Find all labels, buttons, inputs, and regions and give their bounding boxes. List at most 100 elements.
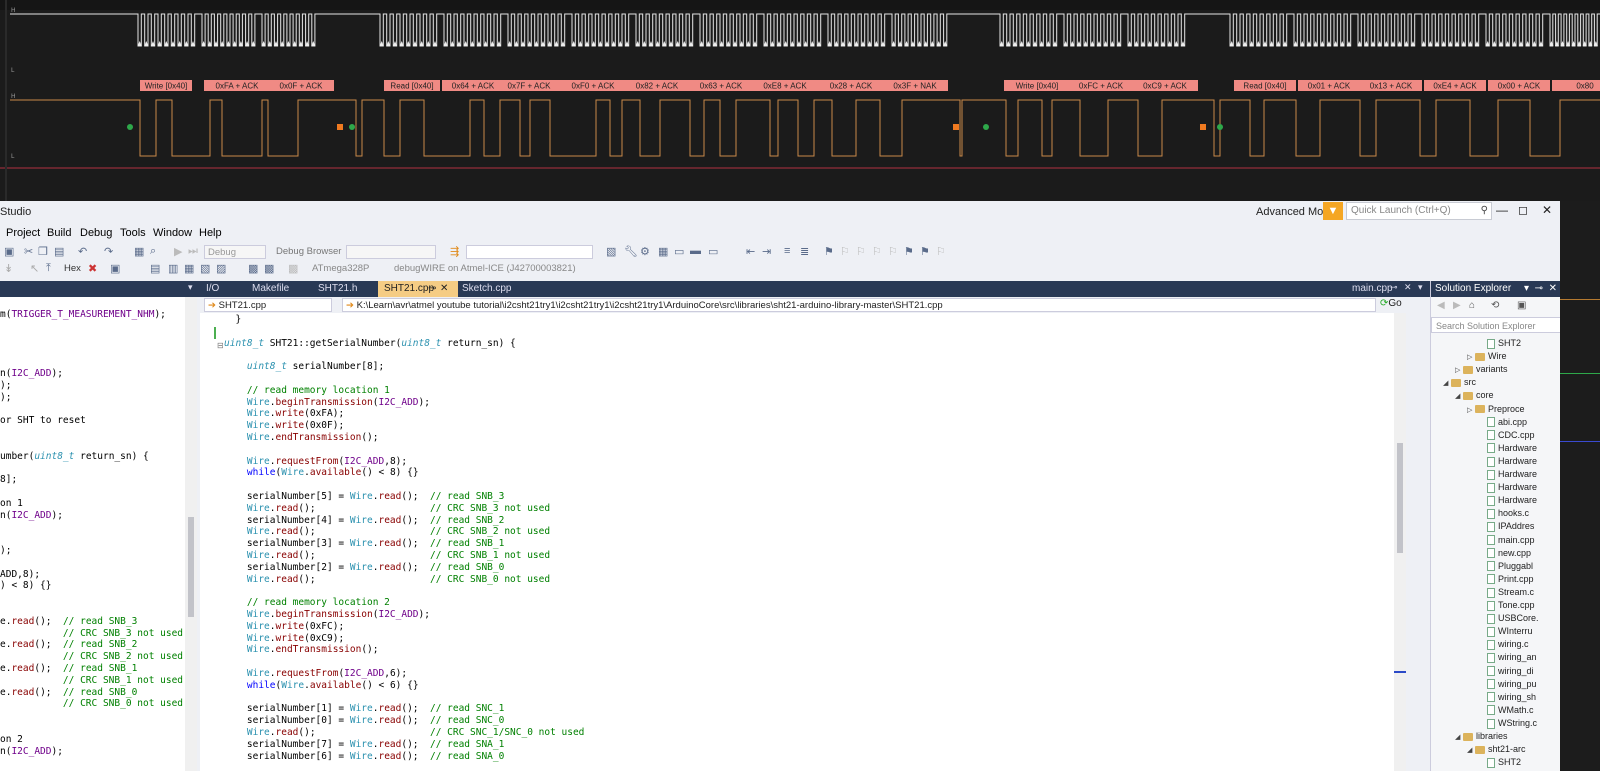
code-line[interactable]: uint8_t serialNumber[8]; [224,361,384,373]
fold-toggle-icon[interactable]: ⊟ [217,341,224,350]
tab-sht21-cpp[interactable]: SHT21.cpp ⊸ ✕ [378,281,458,297]
find-in-files-icon[interactable]: ⇶ [450,245,459,258]
solution-tree-node[interactable]: ◢ core [1455,389,1494,402]
cursor-icon[interactable]: ↖ [30,262,39,275]
pin-icon[interactable]: ⊸ [1535,281,1543,297]
start-no-debug-icon[interactable]: ⏭ [188,245,198,258]
code-line[interactable]: serialNumber[5] = Wire.read(); // read S… [224,491,504,503]
device-icon[interactable]: ▩ [248,262,258,275]
tab-makefile[interactable]: Makefile [246,281,308,297]
config-dropdown[interactable]: Debug [204,245,266,259]
code-line[interactable]: serialNumber[3] = Wire.read(); // read S… [224,538,504,550]
find-icon[interactable]: ⌕ [150,245,156,258]
main-editor-scrollbar[interactable] [1394,313,1406,771]
tab-main-cpp[interactable]: main.cpp [1346,281,1393,297]
close-icon[interactable]: ✕ [1549,281,1557,297]
file-dropdown[interactable]: ➔ SHT21.cpp [204,298,332,312]
code-line[interactable]: // read memory location 2 [224,597,390,609]
left-code-editor[interactable]: m(TRIGGER_T_MEASUREMENT_NHM); n(I2C_ADD);… [0,297,197,771]
solution-tree-node[interactable]: Hardware [1479,481,1537,494]
prev-bookmark-icon[interactable]: ⚐ [840,245,850,258]
code-line[interactable]: Wire.write(0xFA); [224,408,344,420]
quick-launch-input[interactable]: Quick Launch (Ctrl+Q) ⚲ [1346,202,1492,220]
solution-tree-node[interactable]: Print.cpp [1479,573,1534,586]
watch-icon[interactable]: ▨ [216,262,226,275]
solution-tree-node[interactable]: CDC.cpp [1479,429,1535,442]
solution-tree-node[interactable]: Stream.c [1479,586,1534,599]
filter-icon[interactable]: ▼ [1323,202,1343,220]
left-editor-scrollbar[interactable] [185,297,197,771]
solution-tree-node[interactable]: wiring_di [1479,665,1534,678]
menu-tools[interactable]: Tools [120,227,146,239]
code-line[interactable]: // CRC SNB_3 not used [0,628,183,640]
chevron-down-icon[interactable]: ▾ [1524,281,1529,297]
code-line[interactable]: m(TRIGGER_T_MEASUREMENT_NHM); [0,309,166,321]
device-programming-icon[interactable]: ▧ [606,245,616,258]
code-line[interactable]: Wire.requestFrom(I2C_ADD,8); [224,456,407,468]
code-line[interactable]: Wire.beginTransmission(I2C_ADD); [224,397,430,409]
code-line[interactable]: umber(uint8_t return_sn) { [0,451,149,463]
code-line[interactable]: Wire.write(0x0F); [224,420,344,432]
maximize-button[interactable]: ◻ [1518,203,1528,217]
undo-icon[interactable]: ↶ [78,245,87,258]
close-icon[interactable]: ✕ [1404,282,1412,293]
window-icon[interactable]: ▭ [674,245,684,258]
code-line[interactable]: serialNumber[6] = Wire.read(); // read S… [224,751,504,763]
solution-tree-node[interactable]: ▷ Wire [1467,350,1507,363]
solution-tree-node[interactable]: WInterru [1479,625,1533,638]
solution-tree-node[interactable]: main.cpp [1479,534,1535,547]
solution-tree-node[interactable]: wiring.c [1479,638,1529,651]
tab-close-icon[interactable]: ✕ [440,281,448,297]
scrollbar-thumb[interactable] [188,517,194,617]
solution-tree-node[interactable]: Pluggabl [1479,560,1533,573]
code-line[interactable]: e.read(); // read SNB_3 [0,616,137,628]
go-button[interactable]: ⟳Go [1380,298,1402,309]
code-line[interactable]: Wire.endTransmission(); [224,644,379,656]
memory-window-icon[interactable]: ▣ [110,262,120,275]
menu-build[interactable]: Build [47,227,71,239]
indent-icon[interactable]: ⇤ [746,245,755,258]
code-line[interactable]: serialNumber[2] = Wire.read(); // read S… [224,562,504,574]
code-line[interactable]: or SHT to reset [0,415,86,427]
expand-icon[interactable]: ▷ [1467,404,1475,417]
uncomment-icon[interactable]: ≣ [800,245,809,258]
code-line[interactable]: Wire.write(0xFC); [224,621,344,633]
solution-tree-node[interactable]: Hardware [1479,468,1537,481]
copy-icon[interactable]: ❐ [38,245,48,258]
step-out-icon[interactable]: ⤒ [46,262,51,275]
disable-bookmark-icon[interactable]: ⚐ [936,245,946,258]
chevron-down-icon[interactable]: ▾ [188,282,193,293]
code-line[interactable]: on 1 [0,498,23,510]
chevron-down-icon[interactable]: ▾ [1418,282,1423,293]
code-line[interactable]: while(Wire.available() < 8) {} [224,467,419,479]
forward-icon[interactable]: ▶ [1453,300,1461,311]
minimize-button[interactable]: — [1496,203,1508,217]
code-line[interactable]: Wire.read(); // CRC SNB_2 not used [224,526,550,538]
code-line[interactable]: serialNumber[7] = Wire.read(); // read S… [224,739,504,751]
code-line[interactable]: n(I2C_ADD); [0,368,63,380]
bookmark-icon[interactable]: ⚑ [824,245,834,258]
hex-toggle[interactable]: Hex [64,263,81,274]
start-debug-icon[interactable]: ▶ [174,245,182,258]
solution-tree-node[interactable]: hooks.c [1479,507,1529,520]
breakpoint-clear-icon[interactable]: ✖ [88,262,97,275]
solution-tree-node[interactable]: Hardware [1479,494,1537,507]
code-line[interactable]: Wire.endTransmission(); [224,432,379,444]
menu-project[interactable]: Project [6,227,40,239]
code-line[interactable]: n(I2C_ADD); [0,510,63,522]
menu-help[interactable]: Help [199,227,222,239]
solution-tree-node[interactable]: Hardware [1479,455,1537,468]
solution-tree-node[interactable]: wiring_pu [1479,678,1537,691]
clear-bookmarks-icon[interactable]: ⚑ [904,245,914,258]
expand-icon[interactable]: ◢ [1455,731,1463,744]
device-name[interactable]: ATmega328P [312,263,369,274]
code-line[interactable]: Wire.read(); // CRC SNC_1/SNC_0 not used [224,727,585,739]
code-line[interactable]: ); [0,392,11,404]
folder-icon[interactable]: ▬ [690,245,701,257]
menu-window[interactable]: Window [153,227,192,239]
solution-tree-node[interactable]: abi.cpp [1479,416,1527,429]
solution-tree-node[interactable]: WString.c [1479,717,1537,730]
save-all-icon[interactable]: ▣ [4,245,14,258]
wrench-icon[interactable]: 🔧︎ [624,245,638,258]
solution-tree-node[interactable]: Hardware [1479,442,1537,455]
